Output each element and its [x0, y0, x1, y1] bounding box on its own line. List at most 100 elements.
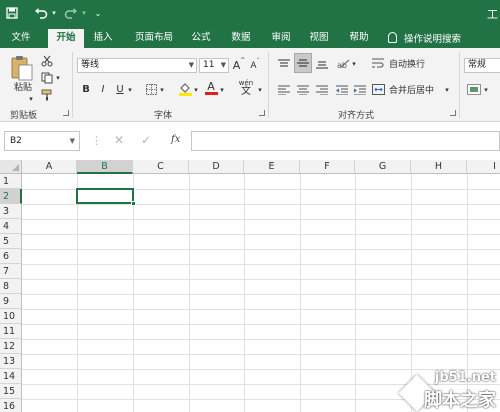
- copy-dropdown-icon[interactable]: ▾: [54, 70, 62, 85]
- copy-icon[interactable]: [40, 70, 54, 85]
- insert-function-button[interactable]: fx: [171, 134, 180, 145]
- row-header-8[interactable]: 8: [0, 279, 22, 294]
- accounting-format-icon[interactable]: [466, 82, 482, 97]
- tab-review[interactable]: 审阅: [266, 27, 296, 48]
- merge-center-dropdown-icon[interactable]: ▾: [443, 82, 451, 97]
- accounting-dropdown-icon[interactable]: ▾: [482, 82, 490, 97]
- name-box-value: B2: [10, 136, 22, 146]
- clipboard-dialog-launcher-icon[interactable]: [63, 110, 69, 116]
- align-right-icon[interactable]: [314, 82, 330, 97]
- align-left-icon[interactable]: [276, 82, 292, 97]
- tell-me-search[interactable]: 操作说明搜索: [388, 27, 461, 48]
- formula-input[interactable]: [191, 131, 500, 151]
- column-header-e[interactable]: E: [244, 160, 300, 174]
- column-header-h[interactable]: H: [411, 160, 467, 174]
- phonetic-guide-button[interactable]: wén 文: [236, 78, 256, 98]
- active-cell-b2[interactable]: [76, 188, 136, 206]
- row-header-11[interactable]: 11: [0, 324, 22, 339]
- fill-color-dropdown-icon[interactable]: ▾: [192, 82, 200, 97]
- row-header-15[interactable]: 15: [0, 384, 22, 399]
- borders-dropdown-icon[interactable]: ▾: [158, 82, 166, 97]
- paste-icon[interactable]: [10, 54, 34, 81]
- gridline: [77, 174, 78, 412]
- tab-home[interactable]: 开始: [48, 29, 84, 48]
- bottom-align-icon[interactable]: [314, 56, 330, 71]
- font-size-value: 11: [203, 60, 215, 70]
- name-box[interactable]: B2 ▼: [4, 131, 80, 151]
- row-header-4[interactable]: 4: [0, 219, 22, 234]
- undo-icon[interactable]: [32, 4, 50, 22]
- cut-icon[interactable]: [40, 53, 54, 68]
- increase-indent-icon[interactable]: [352, 82, 368, 97]
- underline-dropdown-icon[interactable]: ▾: [126, 82, 134, 97]
- wrap-text-button[interactable]: 自动换行: [372, 56, 442, 71]
- ribbon-separator: [72, 52, 73, 118]
- paste-dropdown-icon[interactable]: ▾: [26, 91, 36, 106]
- site-watermark: jb51.net 脚本之家: [398, 366, 500, 412]
- row-header-12[interactable]: 12: [0, 339, 22, 354]
- confirm-entry-icon[interactable]: ✓: [141, 133, 151, 147]
- increase-font-size-button[interactable]: A ^: [232, 57, 246, 73]
- merge-center-label: 合并后居中: [389, 86, 435, 96]
- row-header-14[interactable]: 14: [0, 369, 22, 384]
- column-header-c[interactable]: C: [133, 160, 189, 174]
- customize-quick-access-icon[interactable]: ⌄: [92, 4, 104, 22]
- save-icon[interactable]: [3, 4, 21, 22]
- bold-button[interactable]: B: [80, 82, 92, 97]
- borders-icon[interactable]: [144, 82, 158, 97]
- tab-page-layout[interactable]: 页面布局: [130, 27, 178, 48]
- font-color-dropdown-icon[interactable]: ▾: [218, 82, 226, 97]
- tab-data[interactable]: 数据: [226, 27, 256, 48]
- tab-formulas[interactable]: 公式: [186, 27, 216, 48]
- merge-center-button[interactable]: 合并后居中: [372, 82, 452, 97]
- redo-icon[interactable]: [62, 4, 80, 22]
- column-header-i[interactable]: I: [467, 160, 500, 174]
- number-format-select[interactable]: 常规: [464, 58, 500, 73]
- column-header-g[interactable]: G: [355, 160, 411, 174]
- row-header-10[interactable]: 10: [0, 309, 22, 324]
- fill-color-icon[interactable]: [178, 81, 192, 96]
- row-header-6[interactable]: 6: [0, 249, 22, 264]
- row-header-3[interactable]: 3: [0, 204, 22, 219]
- font-size-select[interactable]: 11 ▼: [199, 58, 229, 73]
- font-name-value: 等线: [81, 60, 100, 70]
- undo-dropdown-icon[interactable]: ▾: [50, 4, 58, 22]
- align-center-icon[interactable]: [295, 82, 311, 97]
- orientation-dropdown-icon[interactable]: ▾: [350, 56, 358, 71]
- select-all-button[interactable]: [0, 160, 22, 174]
- column-header-a[interactable]: A: [22, 160, 77, 174]
- tab-insert[interactable]: 插入: [88, 27, 118, 48]
- cancel-entry-icon[interactable]: ✕: [114, 133, 124, 147]
- italic-button[interactable]: I: [97, 82, 109, 97]
- row-header-1[interactable]: 1: [0, 174, 22, 189]
- format-painter-icon[interactable]: [40, 87, 54, 102]
- row-header-2[interactable]: 2: [0, 189, 22, 204]
- gridline: [22, 294, 500, 295]
- underline-button[interactable]: U: [114, 82, 126, 97]
- orientation-icon[interactable]: ab: [336, 56, 350, 71]
- alignment-dialog-launcher-icon[interactable]: [450, 110, 456, 116]
- row-header-9[interactable]: 9: [0, 294, 22, 309]
- row-header-13[interactable]: 13: [0, 354, 22, 369]
- column-header-d[interactable]: D: [189, 160, 244, 174]
- tab-view[interactable]: 视图: [304, 27, 334, 48]
- font-dialog-launcher-icon[interactable]: [259, 110, 265, 116]
- row-header-16[interactable]: 16: [0, 399, 22, 412]
- column-header-f[interactable]: F: [300, 160, 355, 174]
- row-header-5[interactable]: 5: [0, 234, 22, 249]
- column-header-b[interactable]: B: [77, 160, 133, 174]
- decrease-indent-icon[interactable]: [334, 82, 350, 97]
- formula-bar-grip-icon: ⋮: [91, 134, 102, 147]
- middle-align-icon[interactable]: [294, 53, 312, 73]
- font-color-button[interactable]: A: [204, 79, 218, 97]
- tab-file[interactable]: 文件: [6, 27, 36, 48]
- phonetic-dropdown-icon[interactable]: ▾: [256, 82, 264, 97]
- tab-help[interactable]: 帮助: [344, 27, 374, 48]
- gridline: [22, 219, 500, 220]
- fill-handle[interactable]: [131, 201, 136, 206]
- font-name-select[interactable]: 等线 ▼: [77, 58, 197, 73]
- decrease-font-size-button[interactable]: Aˇ: [248, 58, 262, 73]
- redo-dropdown-icon[interactable]: ▾: [80, 4, 88, 22]
- top-align-icon[interactable]: [276, 56, 292, 71]
- row-header-7[interactable]: 7: [0, 264, 22, 279]
